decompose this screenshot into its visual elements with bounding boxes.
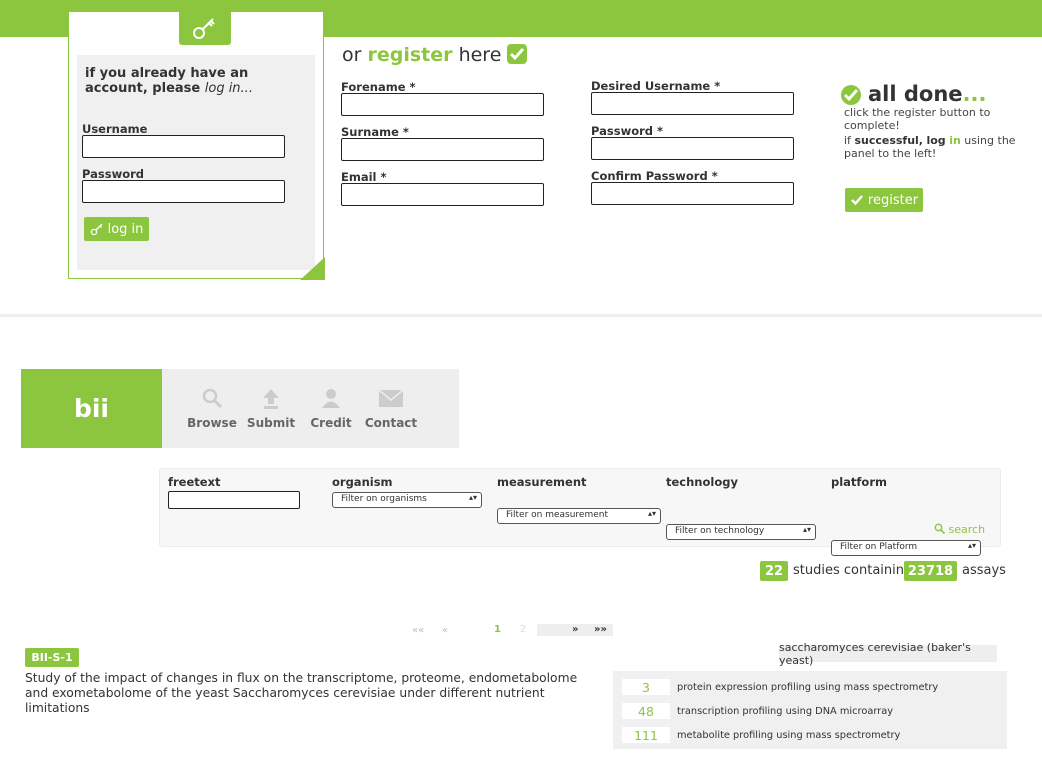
desired-username-label: Desired Username * — [591, 79, 721, 93]
surname-label: Surname * — [341, 125, 409, 139]
check-icon — [851, 195, 863, 206]
envelope-icon — [378, 389, 404, 407]
organism-tag: saccharomyces cerevisiae (baker's yeast) — [779, 641, 997, 667]
login-panel-corner — [300, 257, 325, 280]
assay-count[interactable]: 3 — [622, 679, 670, 695]
register-button[interactable]: register — [845, 188, 923, 212]
register-title: or register here — [342, 43, 528, 66]
all-done-title: all done... — [868, 82, 987, 106]
nav-contact[interactable]: Contact — [363, 387, 419, 430]
measurement-select[interactable]: Filter on measurement ▴▾ — [497, 508, 661, 524]
email-label: Email * — [341, 170, 387, 184]
assays-count-badge: 23718 — [904, 561, 957, 581]
bii-logo[interactable]: bii — [21, 369, 162, 448]
forename-label: Forename * — [341, 80, 416, 94]
nav-credit[interactable]: Credit — [303, 387, 359, 430]
freetext-label: freetext — [168, 475, 221, 489]
register-link[interactable]: register — [367, 44, 452, 66]
assay-count[interactable]: 48 — [622, 703, 670, 719]
assays-text: assays — [962, 563, 1006, 578]
pagination-page-2[interactable]: 2 — [520, 624, 526, 635]
password-label: Password — [82, 167, 144, 181]
pagination-last[interactable]: »» — [594, 624, 607, 635]
nav-browse[interactable]: Browse — [184, 387, 240, 430]
pagination-current[interactable]: 1 — [494, 624, 501, 635]
platform-label: platform — [831, 475, 887, 489]
assay-count[interactable]: 111 — [622, 727, 670, 743]
pagination-first[interactable]: «« — [412, 625, 424, 636]
password-input[interactable] — [82, 180, 285, 203]
login-button[interactable]: log in — [84, 217, 149, 241]
organism-select[interactable]: Filter on organisms ▴▾ — [332, 492, 482, 508]
studies-count-badge: 22 — [760, 561, 788, 581]
measurement-label: measurement — [497, 475, 587, 489]
register-password-label: Password * — [591, 124, 664, 138]
confirm-password-input[interactable] — [591, 182, 794, 205]
person-icon — [322, 389, 340, 408]
assay-label: transcription profiling using DNA microa… — [677, 706, 894, 717]
pagination-next[interactable]: » — [572, 624, 578, 635]
register-password-input[interactable] — [591, 137, 794, 160]
studies-text: studies containing — [793, 563, 913, 578]
search-icon — [934, 523, 946, 535]
nav-menu: Browse Submit Credit Contact — [162, 369, 459, 448]
check-icon — [507, 43, 528, 64]
forename-input[interactable] — [341, 93, 544, 116]
technology-select[interactable]: Filter on technology ▴▾ — [666, 524, 816, 540]
desired-username-input[interactable] — [591, 92, 794, 115]
study-description: Study of the impact of changes in flux o… — [25, 671, 578, 715]
organism-label: organism — [332, 475, 393, 489]
check-icon — [841, 84, 861, 105]
section-divider — [0, 314, 1042, 317]
login-heading: if you already have an account, please l… — [85, 66, 253, 96]
assay-label: protein expression profiling using mass … — [677, 682, 939, 693]
all-done-text: click the register button to complete! i… — [844, 106, 1016, 160]
platform-select[interactable]: Filter on Platform ▴▾ — [831, 540, 981, 556]
key-icon — [90, 223, 103, 236]
register-button-label: register — [867, 192, 919, 208]
nav-submit[interactable]: Submit — [243, 387, 299, 430]
surname-input[interactable] — [341, 138, 544, 161]
technology-label: technology — [666, 475, 738, 489]
login-button-label: log in — [107, 221, 144, 237]
study-id-badge[interactable]: BII-S-1 — [25, 648, 79, 667]
search-link[interactable]: search — [934, 523, 985, 536]
select-arrow-icon: ▴▾ — [647, 509, 656, 518]
select-arrow-icon: ▴▾ — [802, 525, 811, 534]
login-tab — [179, 11, 231, 45]
confirm-password-label: Confirm Password * — [591, 169, 718, 183]
select-arrow-icon: ▴▾ — [967, 541, 976, 550]
freetext-input[interactable] — [168, 491, 300, 509]
email-input[interactable] — [341, 183, 544, 206]
username-label: Username — [82, 122, 148, 136]
search-icon — [202, 388, 223, 409]
select-arrow-icon: ▴▾ — [468, 493, 477, 502]
pagination-prev[interactable]: « — [442, 625, 448, 636]
assay-label: metabolite profiling using mass spectrom… — [677, 730, 901, 741]
upload-icon — [263, 389, 279, 409]
key-icon — [193, 18, 215, 39]
username-input[interactable] — [82, 135, 285, 158]
